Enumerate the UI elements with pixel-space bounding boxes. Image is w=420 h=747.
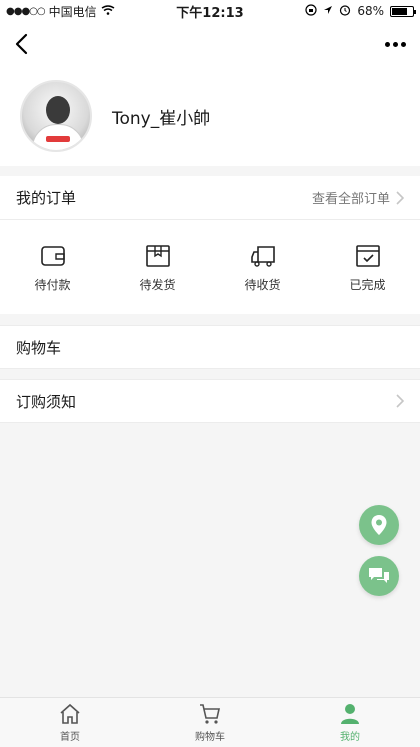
view-all-label: 查看全部订单 [311, 192, 390, 207]
username: Tony_崔小帥 [112, 108, 211, 129]
view-all-orders-link[interactable]: 查看全部订单 [312, 188, 404, 207]
avatar[interactable] [20, 80, 92, 152]
status-left: ●●●○○ 中国电信 [6, 3, 146, 20]
lock-rotation-icon [305, 3, 317, 19]
order-status-list: 待付款 待发货 待收货 已完成 [0, 220, 420, 314]
chevron-right-icon [396, 190, 404, 205]
chevron-right-icon [396, 394, 404, 408]
order-label: 待付款 [34, 277, 71, 292]
tab-home[interactable]: 首页 [0, 698, 140, 747]
cart-icon [200, 704, 220, 724]
tab-label: 购物车 [195, 732, 225, 743]
status-bar: ●●●○○ 中国电信 下午12:13 68% [0, 0, 420, 22]
tab-label: 我的 [340, 732, 360, 743]
nav-bar [0, 22, 420, 66]
check-box-icon [355, 244, 380, 267]
tab-label: 首页 [60, 732, 80, 743]
avatar-head [46, 96, 70, 124]
order-pending-receipt[interactable]: 待收货 [210, 220, 315, 314]
truck-icon [250, 245, 275, 267]
wifi-icon [101, 4, 115, 18]
signal-icon: ●●●○○ [6, 5, 46, 17]
order-label: 待发货 [139, 277, 176, 292]
status-right: 68% [274, 3, 416, 19]
location-arrow-icon [323, 4, 333, 18]
wallet-icon [40, 245, 65, 266]
tab-bar: 首页 购物车 我的 [0, 697, 420, 747]
battery-icon [390, 5, 416, 17]
tab-cart[interactable]: 购物车 [140, 698, 280, 747]
location-button[interactable] [359, 505, 399, 545]
order-pending-shipment[interactable]: 待发货 [105, 220, 210, 314]
chat-button[interactable] [359, 556, 399, 596]
carrier-label: 中国电信 [48, 4, 97, 19]
chat-icon [369, 568, 389, 583]
order-label: 已完成 [349, 277, 386, 292]
battery-percent: 68% [357, 4, 384, 18]
cart-label: 购物车 [16, 338, 62, 357]
order-pending-payment[interactable]: 待付款 [0, 220, 105, 314]
status-time: 下午12:13 [176, 5, 244, 21]
more-icon-dot [393, 41, 398, 47]
orders-header[interactable]: 我的订单 查看全部订单 [0, 176, 420, 220]
order-completed[interactable]: 已完成 [315, 220, 420, 314]
orders-title: 我的订单 [16, 189, 77, 207]
order-label: 待收货 [244, 277, 281, 292]
more-icon-dot [385, 41, 390, 47]
box-icon [145, 244, 170, 267]
back-button[interactable] [14, 29, 44, 59]
purchase-notice-row[interactable]: 订购须知 [0, 379, 420, 423]
more-button[interactable] [385, 41, 406, 47]
cart-row[interactable]: 购物车 [0, 325, 420, 369]
notice-label: 订购须知 [16, 392, 77, 411]
alarm-icon [339, 4, 351, 19]
more-icon-dot [401, 41, 406, 47]
user-icon [341, 704, 359, 724]
location-icon [371, 515, 387, 535]
chevron-left-icon [15, 33, 28, 55]
profile-header: Tony_崔小帥 [0, 66, 420, 166]
home-icon [60, 703, 80, 724]
orders-card: 我的订单 查看全部订单 待付款 待发货 待收货 已完成 [0, 176, 420, 314]
tab-mine[interactable]: 我的 [280, 698, 420, 747]
avatar-shirt-logo [46, 136, 70, 142]
